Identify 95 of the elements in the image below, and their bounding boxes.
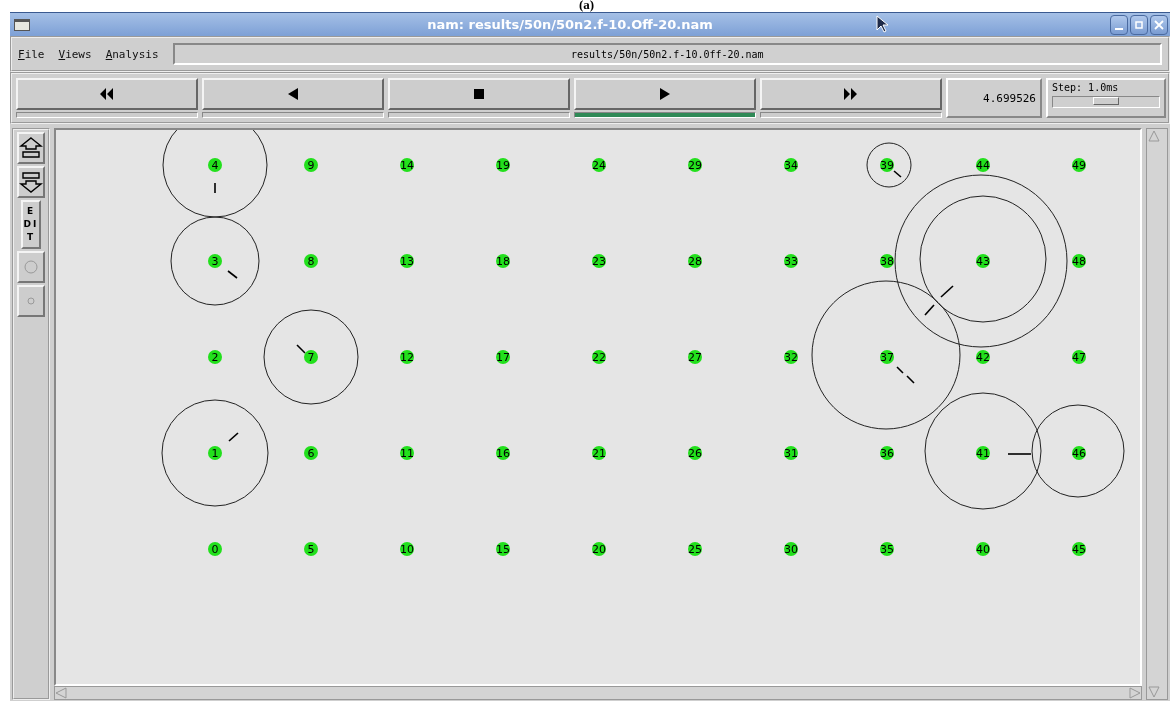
play-button[interactable] <box>574 78 756 110</box>
close-button[interactable] <box>1150 14 1168 35</box>
maximize-button[interactable] <box>1130 14 1148 35</box>
packet-mark <box>940 285 954 298</box>
network-node[interactable]: 11 <box>400 446 414 460</box>
network-node[interactable]: 34 <box>784 158 798 172</box>
back-button[interactable] <box>202 78 384 110</box>
network-node[interactable]: 41 <box>976 446 990 460</box>
network-node[interactable]: 21 <box>592 446 606 460</box>
network-node[interactable]: 16 <box>496 446 510 460</box>
network-node[interactable]: 32 <box>784 350 798 364</box>
network-node[interactable]: 15 <box>496 542 510 556</box>
zoom-in-icon <box>19 137 43 159</box>
window-title: nam: results/50n/50n2.f-10.Off-20.nam <box>427 17 713 32</box>
network-node[interactable]: 6 <box>304 446 318 460</box>
network-node[interactable]: 26 <box>688 446 702 460</box>
packet-mark <box>893 170 902 178</box>
network-node[interactable]: 19 <box>496 158 510 172</box>
network-node[interactable]: 4 <box>208 158 222 172</box>
network-node[interactable]: 43 <box>976 254 990 268</box>
network-node[interactable]: 47 <box>1072 350 1086 364</box>
network-node[interactable]: 27 <box>688 350 702 364</box>
rewind-button[interactable] <box>16 78 198 110</box>
figure-caption: (a) <box>578 0 595 12</box>
menu-item[interactable]: Views <box>58 47 92 61</box>
circle-tool-button[interactable] <box>17 251 45 283</box>
network-node[interactable]: 25 <box>688 542 702 556</box>
network-node[interactable]: 22 <box>592 350 606 364</box>
network-node[interactable]: 0 <box>208 542 222 556</box>
circle-icon <box>24 260 38 274</box>
packet-mark <box>227 270 238 279</box>
network-node[interactable]: 10 <box>400 542 414 556</box>
network-node[interactable]: 3 <box>208 254 222 268</box>
network-node[interactable]: 7 <box>304 350 318 364</box>
maximize-icon <box>1134 19 1144 30</box>
file-path-field[interactable]: results/50n/50n2.f-10.0ff-20.nam <box>172 43 1162 65</box>
network-node[interactable]: 8 <box>304 254 318 268</box>
network-node[interactable]: 9 <box>304 158 318 172</box>
play-icon <box>658 88 672 100</box>
step-label: Step: 1.0ms <box>1052 82 1120 93</box>
network-node[interactable]: 13 <box>400 254 414 268</box>
edit-button[interactable]: EDIT <box>21 200 41 249</box>
network-node[interactable]: 28 <box>688 254 702 268</box>
packet-mark <box>1007 453 1032 455</box>
minimize-icon <box>1115 27 1123 30</box>
packet-mark <box>924 304 935 316</box>
network-node[interactable]: 2 <box>208 350 222 364</box>
network-node[interactable]: 49 <box>1072 158 1086 172</box>
circle-icon <box>27 297 35 305</box>
network-node[interactable]: 36 <box>880 446 894 460</box>
stop-button[interactable] <box>388 78 570 110</box>
network-node[interactable]: 14 <box>400 158 414 172</box>
network-node[interactable]: 38 <box>880 254 894 268</box>
time-display: 4.699526 <box>946 78 1042 118</box>
network-node[interactable]: 45 <box>1072 542 1086 556</box>
network-node[interactable]: 33 <box>784 254 798 268</box>
network-node[interactable]: 42 <box>976 350 990 364</box>
window-menu-icon[interactable] <box>14 18 30 31</box>
circle-tool-button[interactable] <box>17 285 45 317</box>
menu-item[interactable]: File <box>18 47 45 61</box>
network-node[interactable]: 44 <box>976 158 990 172</box>
network-node[interactable]: 18 <box>496 254 510 268</box>
network-node[interactable]: 39 <box>880 158 894 172</box>
forward-icon <box>844 88 858 100</box>
forward-button[interactable] <box>760 78 942 110</box>
network-node[interactable]: 30 <box>784 542 798 556</box>
network-node[interactable]: 5 <box>304 542 318 556</box>
minimize-button[interactable] <box>1110 14 1128 35</box>
network-node[interactable]: 31 <box>784 446 798 460</box>
network-node[interactable]: 20 <box>592 542 606 556</box>
step-slider[interactable] <box>1052 96 1160 108</box>
network-node[interactable]: 35 <box>880 542 894 556</box>
back-icon <box>286 88 300 100</box>
network-node[interactable]: 17 <box>496 350 510 364</box>
packet-mark <box>214 182 216 194</box>
cursor-icon <box>876 15 888 33</box>
rewind-icon <box>100 88 114 100</box>
network-node[interactable]: 37 <box>880 350 894 364</box>
zoom-out-button[interactable] <box>17 166 45 198</box>
slider-thumb[interactable] <box>1093 97 1119 105</box>
network-node[interactable]: 46 <box>1072 446 1086 460</box>
network-node[interactable]: 40 <box>976 542 990 556</box>
menu-item[interactable]: Analysis <box>105 47 159 61</box>
zoom-out-icon <box>19 171 43 193</box>
network-node[interactable]: 48 <box>1072 254 1086 268</box>
close-icon <box>1154 19 1164 30</box>
packet-mark <box>296 344 306 354</box>
network-node[interactable]: 12 <box>400 350 414 364</box>
network-node[interactable]: 1 <box>208 446 222 460</box>
network-node[interactable]: 29 <box>688 158 702 172</box>
stop-icon <box>472 88 486 100</box>
network-node[interactable]: 23 <box>592 254 606 268</box>
packet-mark <box>228 432 239 442</box>
zoom-in-button[interactable] <box>17 132 45 164</box>
network-node[interactable]: 24 <box>592 158 606 172</box>
